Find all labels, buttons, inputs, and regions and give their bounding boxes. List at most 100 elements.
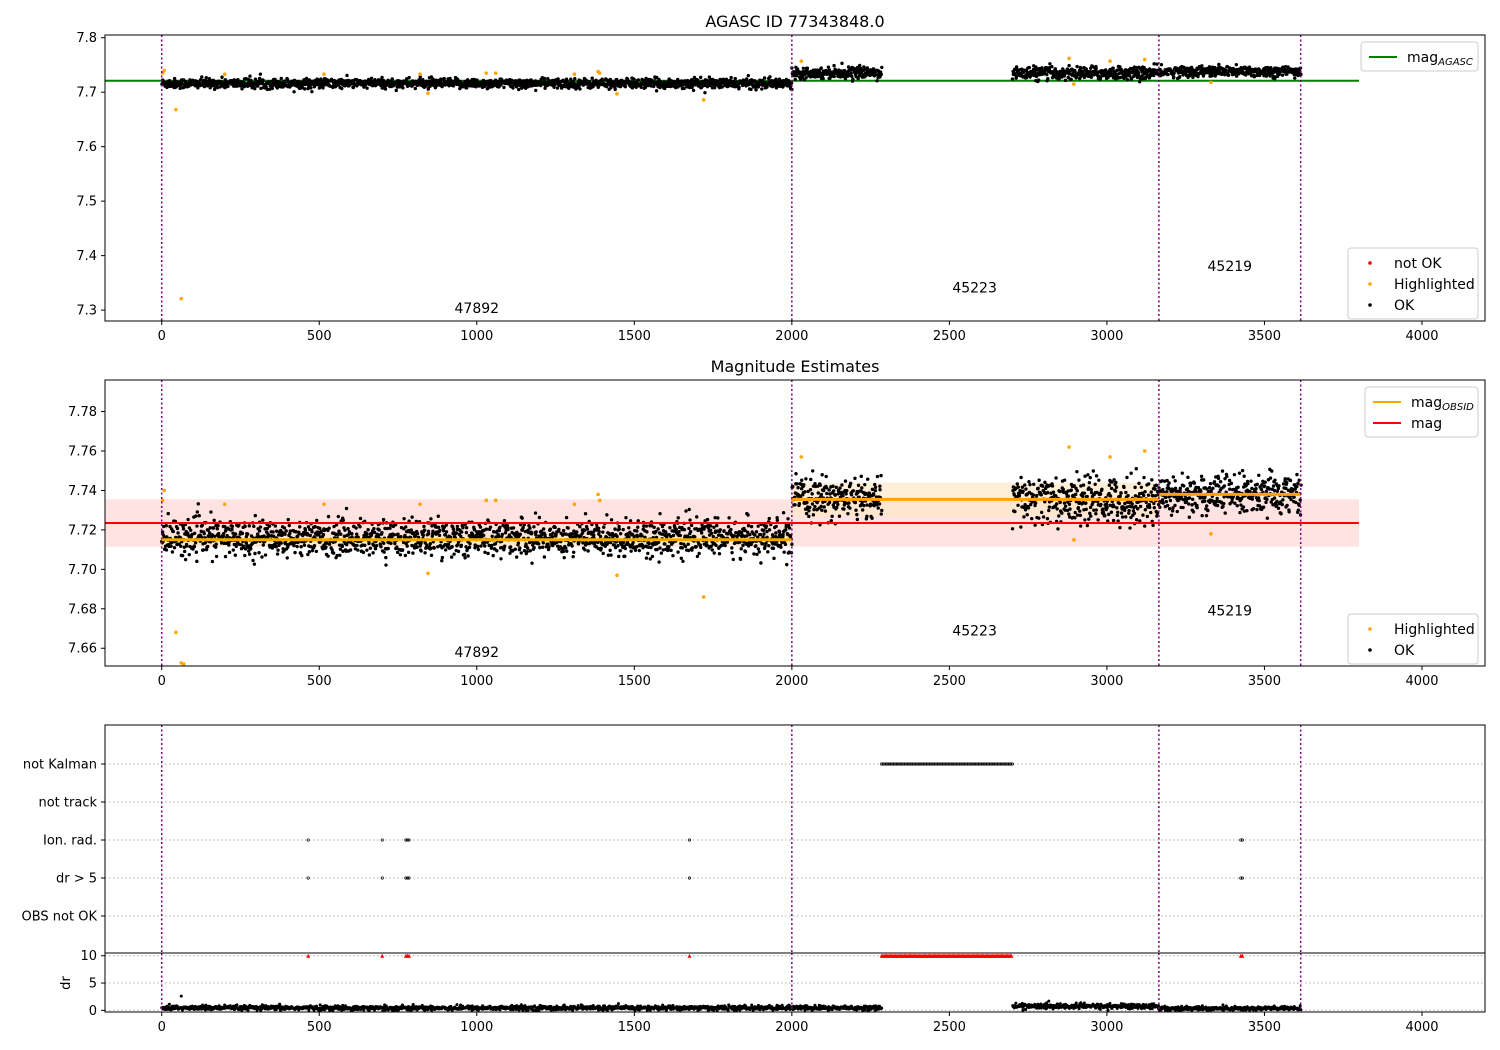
p2-ok-point (680, 546, 685, 550)
p2-ok-point (1019, 475, 1023, 480)
p2-ok-point (1041, 484, 1045, 488)
p2-ok-point (729, 527, 733, 532)
p1-ok-point (703, 90, 707, 95)
p2-ok-point (763, 544, 767, 548)
p2-ok-point (541, 527, 546, 531)
p2-ok-point (404, 525, 408, 529)
p2-ok-point (787, 526, 792, 530)
p2-ok-point (816, 491, 820, 495)
p2-ok-point (1023, 503, 1027, 507)
p2-ok-point (1069, 488, 1073, 492)
p1-ok-point (746, 73, 751, 78)
p1-ok-point (248, 74, 252, 78)
p2-ok-point (367, 553, 372, 557)
p2-ok-point (803, 490, 807, 494)
p1-ok-point (1125, 78, 1130, 82)
p2-ok-point (875, 474, 880, 479)
p2-ok-point (1024, 487, 1028, 491)
p2-ok-point (825, 491, 829, 496)
p2-ok-point (726, 525, 731, 529)
p2-ok-point (757, 550, 762, 554)
p1-ok-point (1048, 62, 1052, 66)
p1-highlighted-point (484, 71, 489, 75)
p2-ok-point (455, 524, 460, 529)
p2-ok-point (683, 544, 688, 549)
p2-ok-point (570, 532, 574, 536)
p2-ok-point (257, 529, 262, 533)
p2-ok-point (575, 530, 579, 534)
p2-ok-point (818, 483, 822, 487)
p2-ok-point (1076, 506, 1081, 510)
p2-ok-point (1084, 501, 1088, 505)
p2-ok-point (838, 486, 842, 490)
p2-ok-point (601, 530, 605, 534)
p2-ok-point (557, 527, 561, 532)
p1-ok-point (517, 87, 521, 92)
p1-lower-legend-label: not OK (1394, 256, 1442, 272)
p2-ok-point (179, 544, 183, 548)
p2-ok-point (307, 550, 312, 554)
p2-ok-point (1119, 511, 1124, 515)
p2-ok-point (802, 483, 806, 487)
p2-ok-point (273, 524, 278, 528)
p2-ok-point (715, 523, 719, 528)
p2-ok-point (1078, 509, 1082, 513)
p2-ok-point (298, 525, 302, 529)
p2-ok-point (1103, 514, 1107, 518)
p2-ok-point (1087, 480, 1092, 485)
p1-ok-point (801, 66, 806, 70)
p2-ok-point (415, 545, 419, 549)
p2-ok-point (252, 562, 257, 566)
p2-ok-point (813, 504, 817, 509)
p2-ok-point (708, 528, 713, 532)
p2-ok-point (520, 516, 524, 520)
p2-ok-point (327, 542, 332, 546)
p2-ok-point (227, 550, 232, 555)
p2-ok-point (530, 561, 534, 565)
p2-ok-point (585, 527, 590, 531)
p2-ok-point (833, 493, 837, 497)
p2-ok-point (495, 549, 499, 553)
p2-ok-point (730, 546, 734, 550)
p2-ok-point (1089, 514, 1093, 518)
p2-ok-point (399, 534, 403, 539)
p1-ok-point (733, 76, 737, 81)
p1-ok-point (1045, 72, 1049, 77)
p2-ok-point (423, 551, 427, 555)
p2-ok-point (837, 514, 842, 518)
p2-ok-point (422, 528, 427, 532)
p2-ok-point (483, 544, 487, 548)
p2-ok-point (536, 542, 541, 546)
p2-ok-point (1091, 469, 1095, 473)
p1-ok-point (1067, 63, 1071, 68)
p1-ok-point (1046, 77, 1050, 81)
p1-ok-point (691, 88, 696, 93)
p2-ok-point (598, 534, 603, 539)
p2-ok-point (810, 492, 814, 496)
p1-ok-point (270, 86, 274, 91)
p2-ok-point (211, 526, 216, 530)
p2-ok-point (860, 486, 864, 490)
p2-ok-point (234, 544, 238, 549)
p1-ok-point (390, 77, 394, 81)
p2-ok-point (1126, 494, 1130, 498)
p2-ok-point (326, 514, 331, 519)
p2-ok-point (176, 531, 180, 535)
p2-ok-point (629, 549, 633, 553)
p2-ok-point (1134, 518, 1139, 522)
p1-ok-point (613, 87, 617, 92)
p2-ok-point (866, 477, 870, 481)
p2-ok-point (1060, 511, 1064, 515)
p1-lower-legend-label: OK (1394, 298, 1415, 314)
p1-ok-point (226, 84, 230, 89)
p1-ok-point (1050, 64, 1054, 69)
p2-ok-point (1047, 508, 1051, 513)
p2-ok-point (695, 515, 699, 519)
p1-ok-point (1166, 72, 1170, 77)
p2-ok-point (295, 544, 299, 549)
p2-ok-point (677, 530, 681, 534)
p2-ok-point (794, 472, 798, 476)
p2-ok-point (310, 530, 314, 534)
p2-ok-point (686, 542, 690, 546)
p2-ok-point (640, 534, 644, 538)
